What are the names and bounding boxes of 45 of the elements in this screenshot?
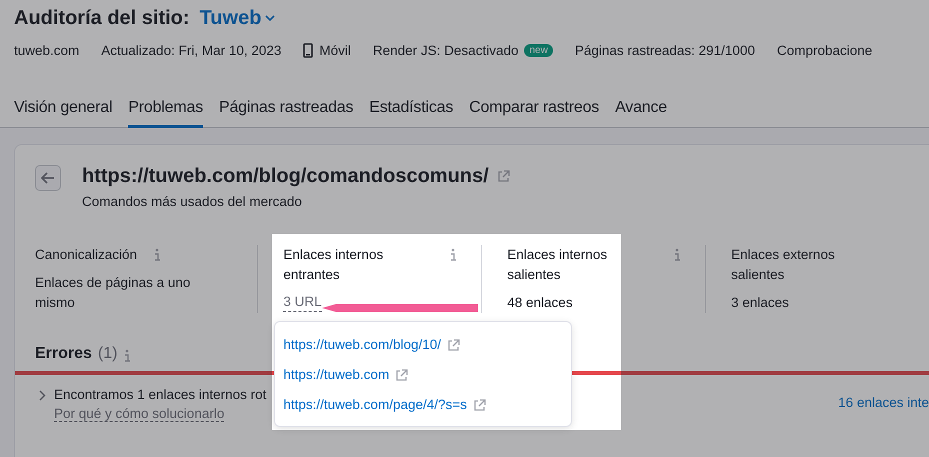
- page-title: Auditoría del sitio:: [14, 6, 190, 30]
- external-link-icon: [446, 338, 460, 352]
- back-button[interactable]: [35, 165, 61, 191]
- chevron-right-icon[interactable]: [39, 390, 46, 401]
- external-link-icon: [496, 170, 510, 183]
- nav-tab[interactable]: Comparar rastreos: [469, 95, 600, 128]
- arrow-left-icon: [41, 172, 55, 184]
- info-icon[interactable]: [123, 348, 132, 362]
- how-to-fix-link[interactable]: Por qué y cómo solucionarlo: [54, 406, 224, 422]
- nav-tab[interactable]: Estadísticas: [369, 95, 454, 128]
- chevron-down-icon: [265, 15, 276, 21]
- nav-tab[interactable]: Visión general: [14, 95, 112, 128]
- metric-label: Enlaces internos salientes: [507, 246, 608, 284]
- internal-links-link[interactable]: 16 enlaces inte: [838, 395, 929, 410]
- page-subtitle: Comandos más usados del mercado: [82, 194, 303, 209]
- url-link[interactable]: https://tuweb.com/page/4/?s=s: [283, 390, 486, 420]
- url-link[interactable]: https://tuweb.com/blog/10/: [283, 330, 460, 360]
- page-url: https://tuweb.com/blog/comandoscomuns/: [82, 165, 489, 188]
- nav-tab[interactable]: Avance: [615, 95, 667, 128]
- info-icon[interactable]: [673, 248, 682, 262]
- issue-text: Encontramos 1 enlaces internos rot: [54, 387, 266, 402]
- metric-value: Enlaces de páginas a uno mismo: [35, 274, 192, 312]
- url-link[interactable]: https://tuweb.com: [283, 360, 408, 390]
- nav-tab[interactable]: Páginas rastreadas: [219, 95, 354, 128]
- info-icon[interactable]: [449, 248, 458, 262]
- meta-info: Actualizado: Fri, Mar 10, 2023: [101, 42, 282, 58]
- phone-icon: [303, 42, 314, 58]
- metric-value: 3 enlaces: [731, 294, 790, 312]
- info-icon[interactable]: [153, 248, 162, 262]
- meta-info: Páginas rastreadas: 291/1000: [574, 42, 755, 58]
- meta-info: tuweb.com: [14, 42, 80, 58]
- section-title: Errores: [35, 345, 92, 363]
- external-link-icon: [472, 398, 486, 412]
- error-count: (1): [98, 345, 118, 363]
- metric-label: Enlaces externos salientes: [731, 246, 836, 284]
- meta-info: Render JS: Desactivado: [372, 42, 518, 58]
- metric-label: Canonicalización: [35, 246, 138, 264]
- metric-label: Enlaces internos entrantes: [283, 246, 384, 284]
- new-badge: new: [524, 44, 553, 56]
- url-count-link[interactable]: 3 URL: [283, 293, 322, 312]
- device-label: Móvil: [319, 42, 351, 58]
- project-selector[interactable]: Tuweb: [200, 6, 276, 30]
- external-link-icon: [395, 368, 408, 382]
- metric-value: 48 enlaces: [507, 294, 574, 312]
- meta-info: Comprobacione: [776, 42, 872, 58]
